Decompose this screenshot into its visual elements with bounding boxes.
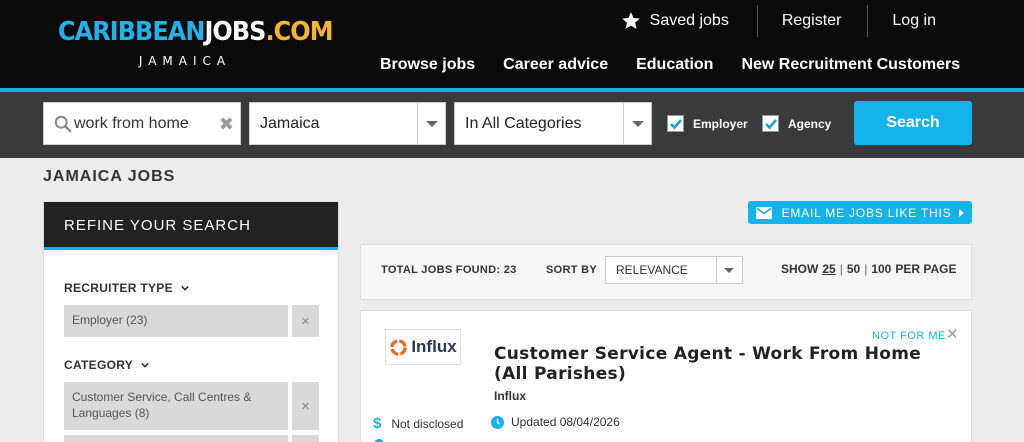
saved-jobs-link[interactable]: Saved jobs <box>621 5 729 37</box>
facet-title-label: RECRUITER TYPE <box>64 281 173 295</box>
facet-item[interactable]: Employer (23) <box>64 305 288 337</box>
category-select[interactable]: In All Categories <box>454 102 652 145</box>
influx-logo-icon <box>390 338 408 356</box>
agency-label: Agency <box>788 116 832 131</box>
logo-subtitle: JAMAICA <box>138 54 232 68</box>
remove-filter-icon[interactable] <box>292 435 319 442</box>
facet-recruiter-type[interactable]: RECRUITER TYPE <box>64 281 189 295</box>
saved-jobs-label: Saved jobs <box>649 12 729 29</box>
clear-keywords-icon[interactable]: ✖ <box>219 114 234 135</box>
remove-filter-icon[interactable]: ✕ <box>292 305 319 337</box>
close-icon[interactable]: ✕ <box>946 325 959 343</box>
company-logo-text: Influx <box>411 337 457 356</box>
location-value: Jamaica <box>260 115 320 132</box>
chevron-down-icon <box>716 257 742 283</box>
facet-item[interactable]: Customer Service, Call Centres & Languag… <box>64 382 288 430</box>
agency-checkbox[interactable]: Agency <box>762 115 831 132</box>
results-toolbar: TOTAL JOBS FOUND: 23 SORT BY RELEVANCE S… <box>360 244 972 300</box>
employer-checkbox[interactable]: Employer <box>667 115 748 132</box>
job-company: Influx <box>494 389 526 403</box>
remove-filter-icon[interactable]: ✕ <box>292 382 319 430</box>
nav-education[interactable]: Education <box>636 56 713 74</box>
email-alert-label: EMAIL ME JOBS LIKE THIS <box>781 205 952 220</box>
sort-value: RELEVANCE <box>616 263 688 277</box>
not-for-me-link[interactable]: NOT FOR ME <box>872 330 946 342</box>
per-page-option-100[interactable]: 100 <box>871 262 891 276</box>
chevron-down-icon <box>181 285 189 291</box>
clock-icon <box>491 415 504 429</box>
dollar-icon: $ <box>373 415 382 432</box>
updated-value: Updated 08/04/2026 <box>511 415 620 429</box>
star-icon <box>621 12 640 29</box>
job-salary: $ Not disclosed <box>373 415 463 432</box>
facet-item[interactable] <box>64 435 288 442</box>
main-nav: Browse jobs Career advice Education New … <box>380 56 988 94</box>
divider: | <box>864 262 868 276</box>
facet-title-label: CATEGORY <box>64 358 134 372</box>
sort-label: SORT BY <box>546 264 597 276</box>
page-title: JAMAICA JOBS <box>43 168 176 185</box>
company-logo[interactable]: Influx <box>385 329 461 365</box>
search-button[interactable]: Search <box>854 101 972 145</box>
chevron-down-icon <box>623 103 651 144</box>
register-link[interactable]: Register <box>758 5 868 37</box>
show-label: SHOW <box>781 262 819 276</box>
per-page-option-50[interactable]: 50 <box>847 262 860 276</box>
facet-category[interactable]: CATEGORY <box>64 358 149 372</box>
per-page-option-25[interactable]: 25 <box>822 262 835 276</box>
checkbox-checked-icon <box>762 115 779 132</box>
caret-right-icon <box>959 208 965 217</box>
site-logo[interactable]: CARIBBEANJOBS.COM JAMAICA <box>58 16 333 68</box>
search-icon <box>54 115 72 133</box>
job-title-link[interactable]: Customer Service Agent - Work From Home … <box>494 344 934 384</box>
login-link[interactable]: Log in <box>868 5 1024 37</box>
category-value: In All Categories <box>465 115 582 132</box>
nav-browse-jobs[interactable]: Browse jobs <box>380 56 475 94</box>
logo-wordmark: CARIBBEANJOBS.COM <box>58 17 333 47</box>
employer-label: Employer <box>693 116 748 131</box>
refine-heading: REFINE YOUR SEARCH <box>44 202 338 250</box>
refine-sidebar: REFINE YOUR SEARCH RECRUITER TYPE Employ… <box>43 201 339 442</box>
site-header: CARIBBEANJOBS.COM JAMAICA Saved jobs Reg… <box>0 0 1024 94</box>
sort-select[interactable]: RELEVANCE <box>605 256 743 284</box>
per-page-control: SHOW 25 | 50 | 100 PER PAGE <box>781 262 960 276</box>
divider: | <box>839 262 843 276</box>
keywords-input[interactable] <box>74 103 214 144</box>
keywords-field[interactable]: ✖ <box>43 102 241 145</box>
nav-recruitment-customers[interactable]: New Recruitment Customers <box>741 56 960 74</box>
search-bar: ✖ Jamaica In All Categories Employer Age… <box>0 92 1024 158</box>
job-card: Influx NOT FOR ME ✕ Customer Service Age… <box>360 310 972 442</box>
location-select[interactable]: Jamaica <box>249 102 446 145</box>
nav-career-advice[interactable]: Career advice <box>503 56 608 74</box>
envelope-icon <box>755 206 772 219</box>
salary-value: Not disclosed <box>391 416 464 431</box>
chevron-down-icon <box>417 103 445 144</box>
job-updated: Updated 08/04/2026 <box>491 415 620 429</box>
chevron-down-icon <box>141 362 149 368</box>
checkbox-checked-icon <box>667 115 684 132</box>
total-jobs-count: TOTAL JOBS FOUND: 23 <box>381 264 517 276</box>
per-page-label: PER PAGE <box>895 262 957 276</box>
account-links: Saved jobs Register Log in <box>621 0 1024 42</box>
email-alert-button[interactable]: EMAIL ME JOBS LIKE THIS <box>748 201 972 224</box>
